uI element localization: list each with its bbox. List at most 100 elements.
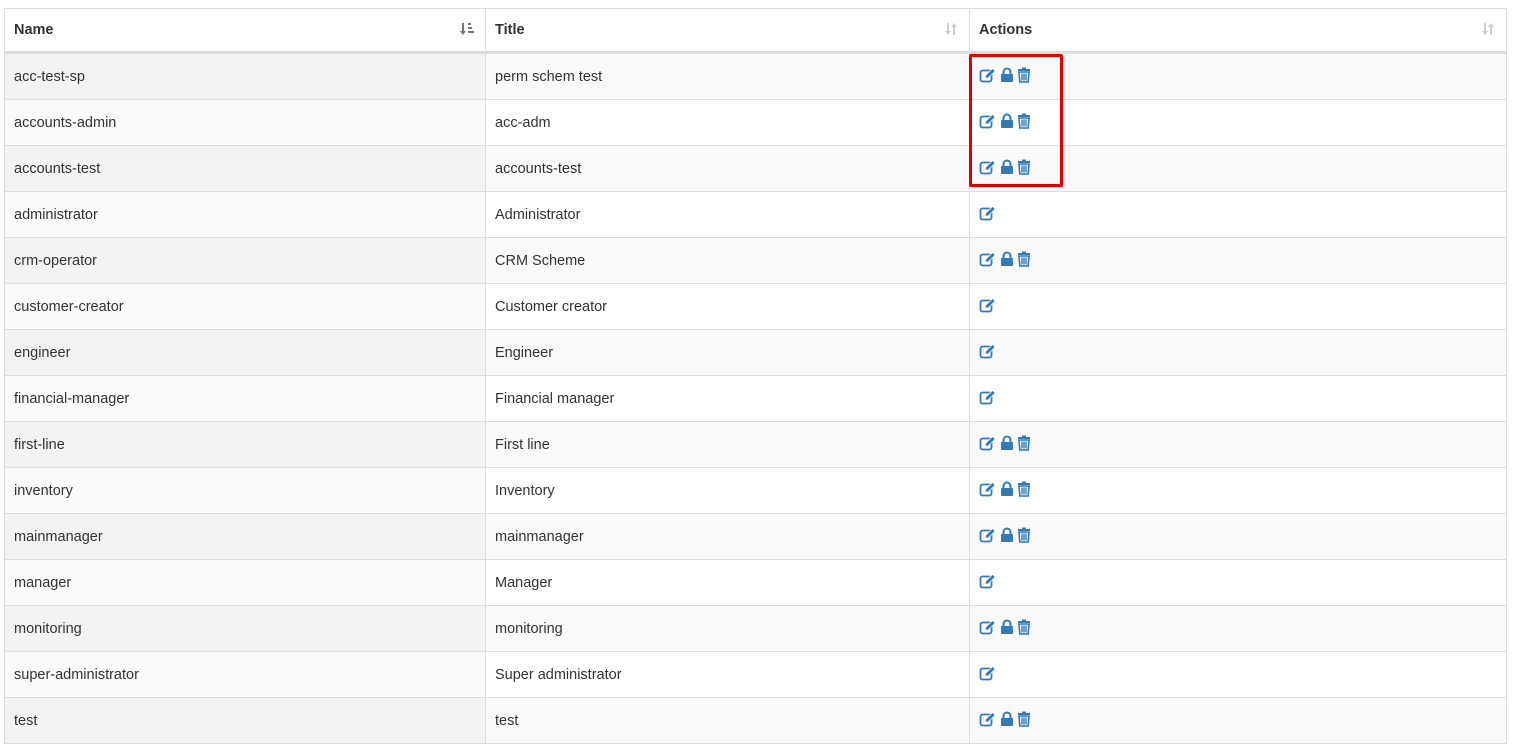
lock-icon[interactable] (1000, 527, 1014, 543)
row-actions (979, 480, 1031, 498)
row-actions-cell (969, 99, 1507, 146)
row-name-cell: mainmanager (4, 513, 486, 560)
trash-icon[interactable] (1017, 251, 1031, 267)
row-title-cell: Manager (485, 559, 970, 606)
row-name-cell: first-line (4, 421, 486, 468)
row-actions-cell (969, 329, 1507, 376)
row-actions (979, 66, 1031, 84)
sort-icon[interactable] (943, 21, 959, 37)
sort-icon[interactable] (1480, 21, 1496, 37)
row-title-cell: Financial manager (485, 375, 970, 422)
lock-icon[interactable] (1000, 435, 1014, 451)
edit-icon[interactable] (979, 573, 997, 589)
trash-icon[interactable] (1017, 435, 1031, 451)
edit-icon[interactable] (979, 389, 997, 405)
edit-icon[interactable] (979, 435, 997, 451)
edit-icon[interactable] (979, 113, 997, 129)
edit-icon[interactable] (979, 711, 997, 727)
trash-icon[interactable] (1017, 481, 1031, 497)
table-header-row: Name Title Actions (4, 8, 1507, 54)
permission-schemes-table: Name Title Actions acc-test-sp perm sche… (4, 8, 1507, 744)
column-header-name[interactable]: Name (4, 8, 486, 54)
row-title-cell: perm schem test (485, 52, 970, 100)
trash-icon[interactable] (1017, 619, 1031, 635)
trash-icon[interactable] (1017, 113, 1031, 129)
edit-icon[interactable] (979, 343, 997, 359)
row-actions-cell (969, 191, 1507, 238)
row-title-cell: Administrator (485, 191, 970, 238)
row-name-cell: test (4, 697, 486, 744)
row-actions (979, 250, 1031, 268)
row-name-cell: monitoring (4, 605, 486, 652)
row-title-cell: acc-adm (485, 99, 970, 146)
edit-icon[interactable] (979, 619, 997, 635)
column-header-label: Title (495, 22, 525, 38)
edit-icon[interactable] (979, 665, 997, 681)
table-row-accounts-admin: accounts-admin acc-adm (4, 99, 1507, 146)
row-actions (979, 710, 1031, 728)
edit-icon[interactable] (979, 297, 997, 313)
row-actions (979, 664, 997, 682)
trash-icon[interactable] (1017, 67, 1031, 83)
row-actions-cell (969, 283, 1507, 330)
row-title-cell: monitoring (485, 605, 970, 652)
row-name-cell: financial-manager (4, 375, 486, 422)
edit-icon[interactable] (979, 251, 997, 267)
row-title-cell: Engineer (485, 329, 970, 376)
row-actions (979, 158, 1031, 176)
row-actions-cell (969, 651, 1507, 698)
table-row-customer-creator: customer-creator Customer creator (4, 283, 1507, 330)
table-row-engineer: engineer Engineer (4, 329, 1507, 376)
table-row-manager: manager Manager (4, 559, 1507, 606)
lock-icon[interactable] (1000, 619, 1014, 635)
row-title-cell: Customer creator (485, 283, 970, 330)
sort-ascending-icon[interactable] (459, 21, 475, 37)
lock-icon[interactable] (1000, 113, 1014, 129)
trash-icon[interactable] (1017, 711, 1031, 727)
row-actions (979, 204, 997, 222)
row-actions-cell (969, 237, 1507, 284)
table-row-accounts-test: accounts-test accounts-test (4, 145, 1507, 192)
row-name-cell: inventory (4, 467, 486, 514)
lock-icon[interactable] (1000, 159, 1014, 175)
row-name-cell: crm-operator (4, 237, 486, 284)
row-name-cell: acc-test-sp (4, 52, 486, 100)
lock-icon[interactable] (1000, 711, 1014, 727)
table-row-monitoring: monitoring monitoring (4, 605, 1507, 652)
edit-icon[interactable] (979, 67, 997, 83)
row-actions-cell (969, 697, 1507, 744)
table-row-inventory: inventory Inventory (4, 467, 1507, 514)
lock-icon[interactable] (1000, 481, 1014, 497)
row-actions (979, 526, 1031, 544)
edit-icon[interactable] (979, 527, 997, 543)
table-row-first-line: first-line First line (4, 421, 1507, 468)
table-row-test: test test (4, 697, 1507, 744)
column-header-title[interactable]: Title (485, 8, 970, 54)
table-row-acc-test-sp: acc-test-sp perm schem test (4, 52, 1507, 100)
trash-icon[interactable] (1017, 527, 1031, 543)
row-name-cell: accounts-admin (4, 99, 486, 146)
column-header-actions[interactable]: Actions (969, 8, 1507, 54)
row-actions-cell (969, 513, 1507, 560)
trash-icon[interactable] (1017, 159, 1031, 175)
edit-icon[interactable] (979, 205, 997, 221)
row-actions (979, 388, 997, 406)
row-actions-cell (969, 467, 1507, 514)
lock-icon[interactable] (1000, 251, 1014, 267)
row-actions (979, 112, 1031, 130)
row-actions (979, 618, 1031, 636)
edit-icon[interactable] (979, 159, 997, 175)
table-row-administrator: administrator Administrator (4, 191, 1507, 238)
lock-icon[interactable] (1000, 67, 1014, 83)
table-row-super-administrator: super-administrator Super administrator (4, 651, 1507, 698)
row-name-cell: administrator (4, 191, 486, 238)
permission-schemes-table-container: Name Title Actions acc-test-sp perm sche… (4, 8, 1507, 744)
table-row-mainmanager: mainmanager mainmanager (4, 513, 1507, 560)
column-header-label: Actions (979, 22, 1033, 38)
table-row-crm-operator: crm-operator CRM Scheme (4, 237, 1507, 284)
row-title-cell: mainmanager (485, 513, 970, 560)
row-name-cell: manager (4, 559, 486, 606)
row-actions-cell (969, 375, 1507, 422)
row-title-cell: CRM Scheme (485, 237, 970, 284)
edit-icon[interactable] (979, 481, 997, 497)
